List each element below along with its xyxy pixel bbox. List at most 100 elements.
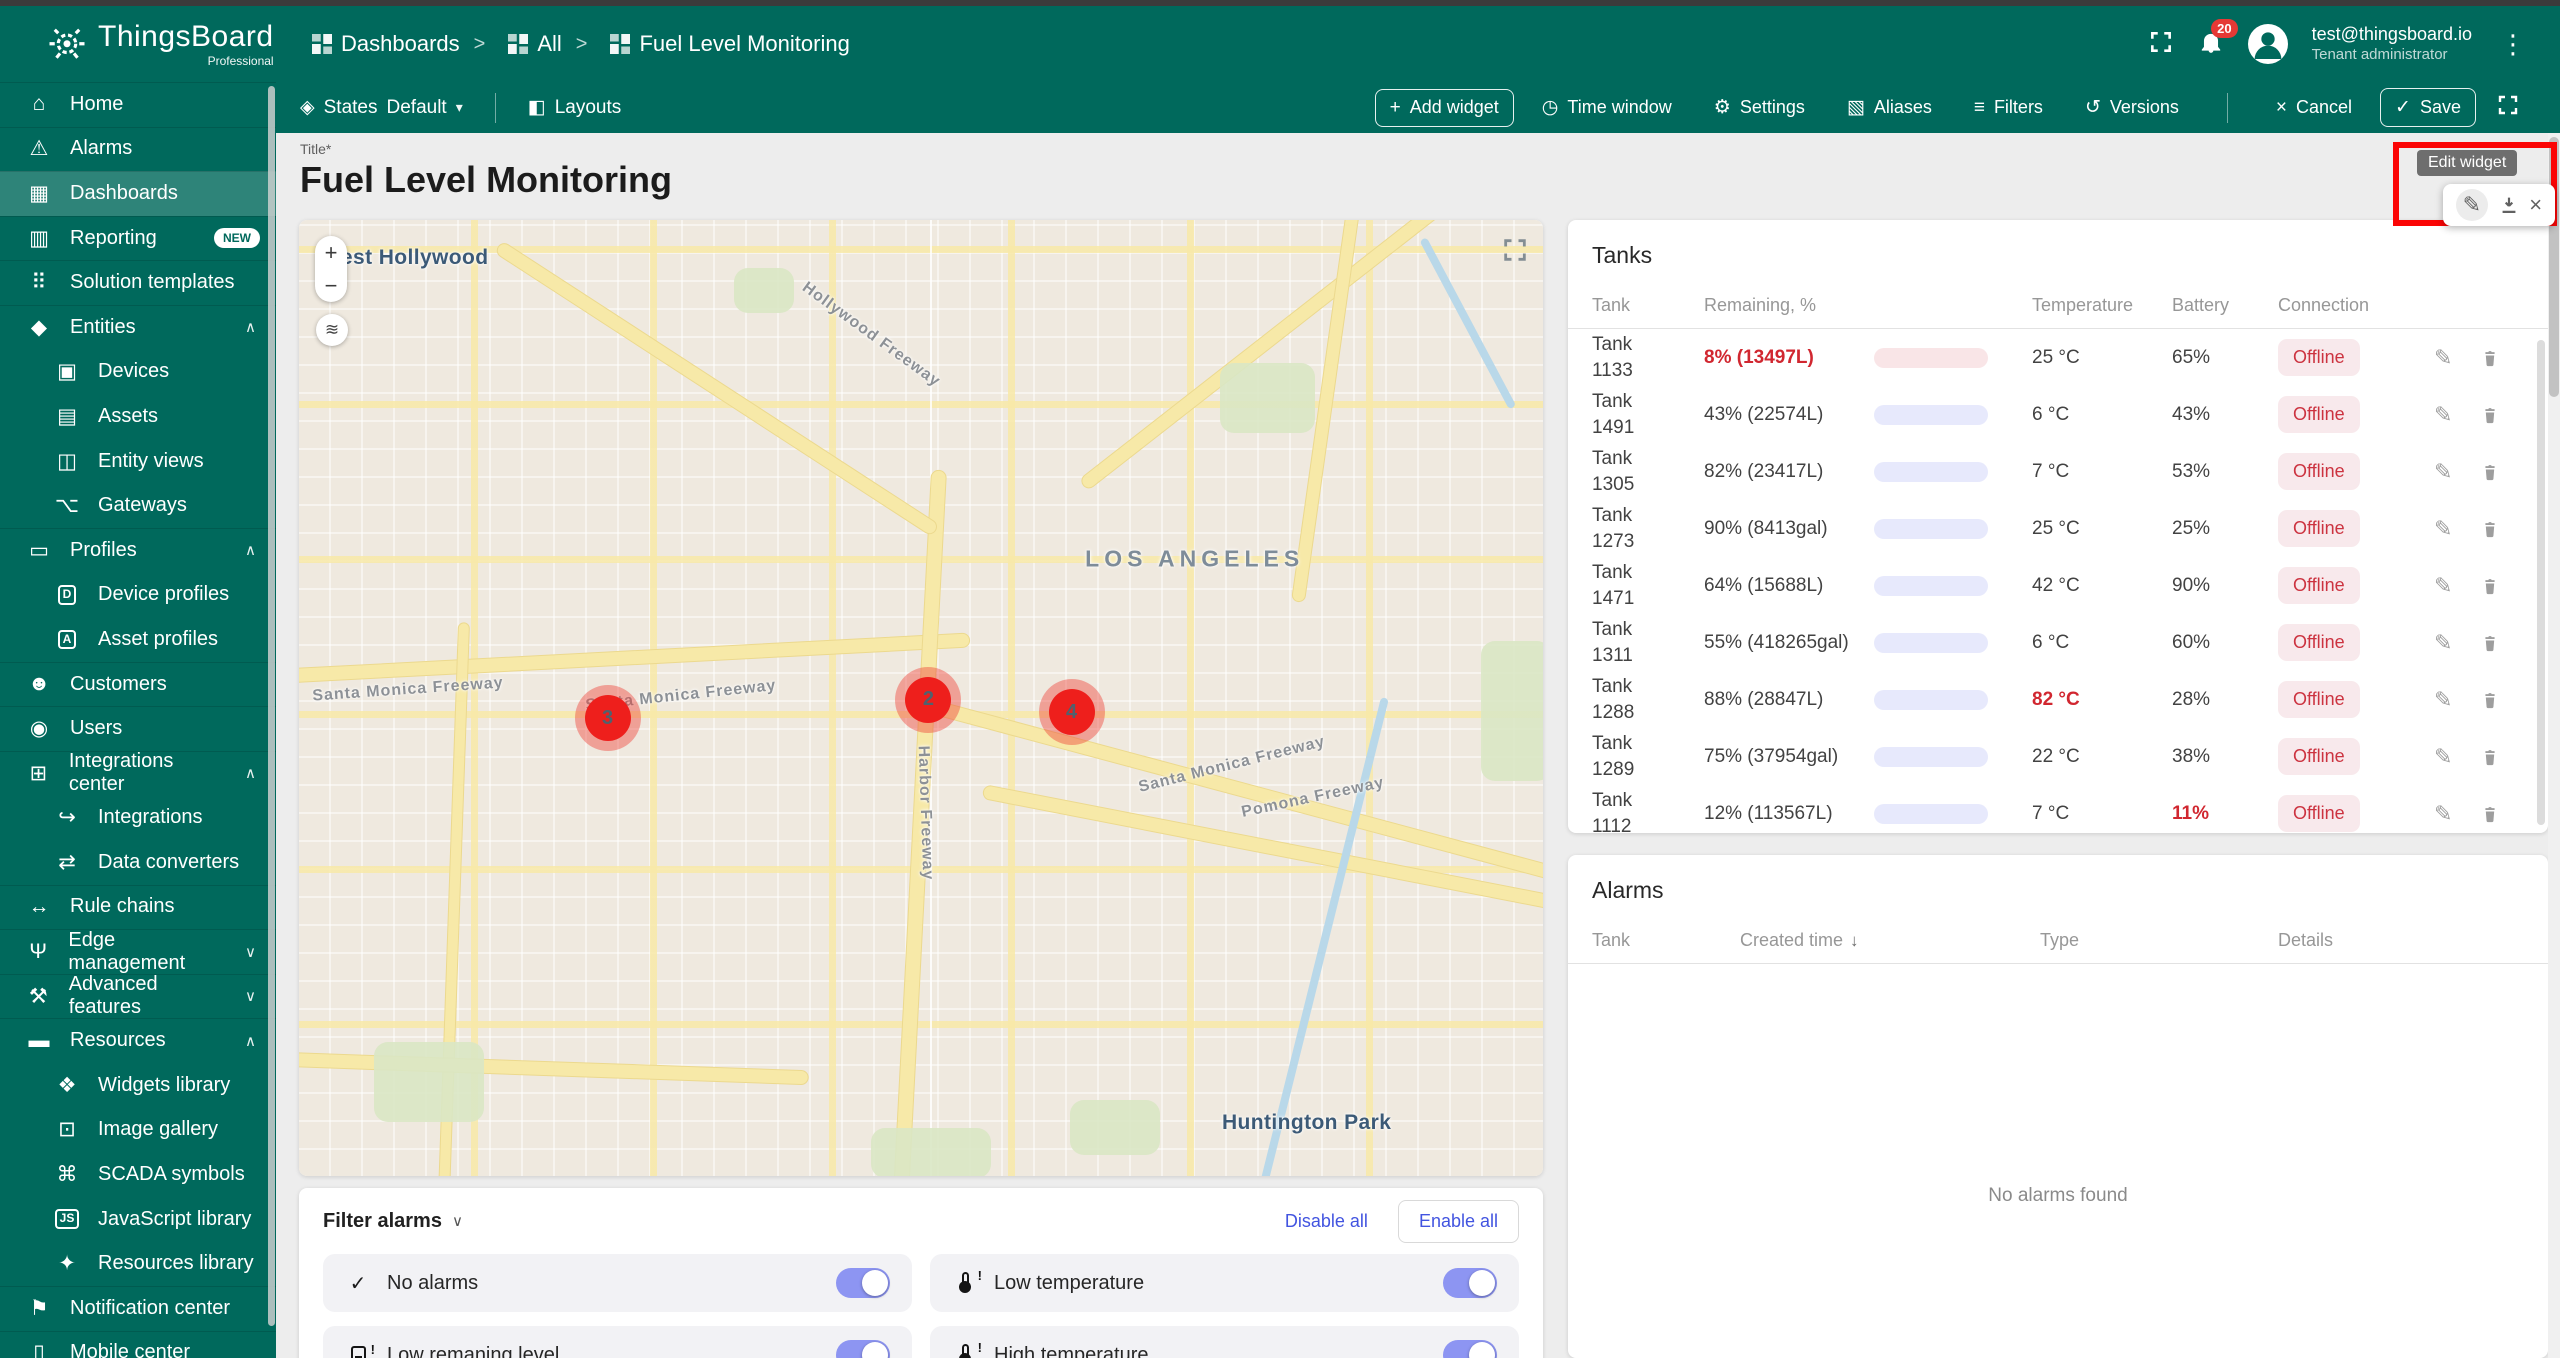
fullscreen-button[interactable] xyxy=(2148,29,2174,60)
save-button[interactable]: ✓ Save xyxy=(2380,88,2476,127)
breadcrumb-dashboards[interactable]: Dashboards xyxy=(312,31,460,57)
states-selector[interactable]: ◈ States Default ▾ xyxy=(300,96,463,119)
avatar[interactable] xyxy=(2247,24,2288,64)
sidebar-item-devices[interactable]: ▣ Devices xyxy=(0,350,276,395)
aliases-button[interactable]: ▧ Aliases xyxy=(1833,89,1946,126)
connection-status-badge: Offline xyxy=(2278,396,2360,433)
map-cluster-marker[interactable]: 2 xyxy=(905,676,952,723)
delete-row-button[interactable] xyxy=(2480,689,2500,711)
sidebar-item-solution-templates[interactable]: ⠿ Solution templates xyxy=(0,260,276,305)
column-header-temperature[interactable]: Temperature xyxy=(2032,295,2172,316)
sidebar-item-reporting[interactable]: ▥ Reporting NEW xyxy=(0,216,276,261)
filters-button[interactable]: ≡ Filters xyxy=(1960,90,2057,126)
sidebar-item-gateways[interactable]: ⌥ Gateways xyxy=(0,483,276,528)
sidebar-item-data-converters[interactable]: ⇄ Data converters xyxy=(0,840,276,885)
more-menu-button[interactable]: ⋮ xyxy=(2496,29,2530,60)
delete-row-button[interactable] xyxy=(2480,632,2500,654)
sidebar-item-assets[interactable]: ▤ Assets xyxy=(0,394,276,439)
layouts-button[interactable]: ◧ Layouts xyxy=(528,96,622,119)
sidebar-item-users[interactable]: ◉ Users xyxy=(0,706,276,751)
delete-row-button[interactable] xyxy=(2480,461,2500,483)
toolbar-fullscreen-button[interactable] xyxy=(2496,93,2520,122)
edit-row-button[interactable]: ✎ xyxy=(2434,402,2452,428)
sidebar-item-advanced-features[interactable]: ⚒ Advanced features xyxy=(0,973,276,1019)
delete-row-button[interactable] xyxy=(2480,518,2500,540)
map-layers-button[interactable]: ≋ xyxy=(316,314,348,346)
edit-widget-button[interactable]: ✎ xyxy=(2455,189,2488,221)
alarm-toggle-switch[interactable] xyxy=(836,1340,890,1358)
sidebar-item-entity-views[interactable]: ◫ Entity views xyxy=(0,439,276,484)
edit-row-button[interactable]: ✎ xyxy=(2434,573,2452,599)
dashboard-title-field[interactable]: Title* Fuel Level Monitoring xyxy=(300,141,672,201)
edit-row-button[interactable]: ✎ xyxy=(2434,459,2452,485)
sidebar-item-notification-center[interactable]: ⚑ Notification center xyxy=(0,1286,276,1331)
sidebar-item-rule-chains[interactable]: ↔ Rule chains xyxy=(0,885,276,930)
delete-row-button[interactable] xyxy=(2480,575,2500,597)
disable-all-button[interactable]: Disable all xyxy=(1285,1211,1368,1232)
settings-button[interactable]: ⚙ Settings xyxy=(1700,89,1819,126)
close-widget-button[interactable]: × xyxy=(2529,192,2542,218)
alarm-toggle-switch[interactable] xyxy=(836,1268,890,1298)
map-cluster-marker[interactable]: 4 xyxy=(1048,689,1095,736)
edit-row-button[interactable]: ✎ xyxy=(2434,687,2452,713)
delete-row-button[interactable] xyxy=(2480,404,2500,426)
page-scrollbar[interactable] xyxy=(2548,133,2560,1358)
breadcrumb-all[interactable]: All xyxy=(474,31,562,57)
map-cluster-marker[interactable]: 3 xyxy=(584,695,631,742)
column-header-remaining[interactable]: Remaining, % xyxy=(1704,295,1874,316)
table-row: Tank 1289 75% (37954gal) 22 °C 38% Offli… xyxy=(1568,728,2548,785)
download-widget-button[interactable] xyxy=(2498,194,2520,216)
sidebar-item-integrations-center[interactable]: ⊞ Integrations center xyxy=(0,750,276,796)
sidebar-item-resources[interactable]: ▬ Resources xyxy=(0,1018,276,1063)
add-widget-button[interactable]: + Add widget xyxy=(1374,88,1514,127)
column-header-created-time[interactable]: Created time ↓ xyxy=(1740,930,2040,951)
sidebar-item-profiles[interactable]: ▭ Profiles xyxy=(0,528,276,573)
breadcrumb-fuel-level-monitoring[interactable]: Fuel Level Monitoring xyxy=(576,31,850,57)
sidebar-item-dashboards[interactable]: ▦ Dashboards xyxy=(0,171,276,216)
sidebar-item-asset-profiles[interactable]: A Asset profiles xyxy=(0,617,276,662)
map-canvas[interactable]: est Hollywood LOS ANGELES Huntington Park S… xyxy=(299,220,1543,1176)
column-header-tank[interactable]: Tank xyxy=(1592,295,1704,316)
edit-row-button[interactable]: ✎ xyxy=(2434,345,2452,371)
edit-row-button[interactable]: ✎ xyxy=(2434,630,2452,656)
sidebar-item-edge-management[interactable]: Ψ Edge management xyxy=(0,929,276,974)
alarm-toggle-switch[interactable] xyxy=(1443,1268,1497,1298)
edit-row-button[interactable]: ✎ xyxy=(2434,801,2452,827)
sidebar-item-alarms[interactable]: ⚠ Alarms xyxy=(0,127,276,172)
edit-row-button[interactable]: ✎ xyxy=(2434,744,2452,770)
sidebar-item-scada-symbols[interactable]: ⌘ SCADA symbols xyxy=(0,1152,276,1197)
sidebar-item-device-profiles[interactable]: D Device profiles xyxy=(0,573,276,618)
sidebar-item-customers[interactable]: ☻ Customers xyxy=(0,662,276,707)
column-header-type[interactable]: Type xyxy=(2040,930,2278,951)
notifications-button[interactable]: 20 xyxy=(2198,18,2238,60)
column-header-tank[interactable]: Tank xyxy=(1592,930,1740,951)
sidebar-item-javascript-library[interactable]: JS JavaScript library xyxy=(0,1197,276,1242)
sidebar-item-entities[interactable]: ◆ Entities xyxy=(0,305,276,350)
zoom-in-button[interactable]: + xyxy=(325,241,338,264)
versions-button[interactable]: ↺ Versions xyxy=(2071,89,2193,126)
enable-all-button[interactable]: Enable all xyxy=(1397,1199,1519,1243)
sidebar-item-home[interactable]: ⌂ Home xyxy=(0,82,276,127)
zoom-out-button[interactable]: − xyxy=(325,274,338,297)
sidebar-item-resources-library[interactable]: ✦ Resources library xyxy=(0,1241,276,1286)
thingsboard-logo[interactable]: ThingsBoard Professional xyxy=(0,21,276,68)
delete-row-button[interactable] xyxy=(2480,347,2500,369)
sidebar-item-image-gallery[interactable]: ⊡ Image gallery xyxy=(0,1108,276,1153)
tanks-scrollbar[interactable] xyxy=(2537,340,2545,825)
cancel-button[interactable]: × Cancel xyxy=(2262,90,2366,126)
map-fullscreen-button[interactable] xyxy=(1501,236,1529,269)
user-info[interactable]: test@thingsboard.io Tenant administrator xyxy=(2312,23,2472,64)
column-header-battery[interactable]: Battery xyxy=(2172,295,2278,316)
alarm-toggle-switch[interactable] xyxy=(1443,1340,1497,1358)
sidebar-item-widgets-library[interactable]: ❖ Widgets library xyxy=(0,1063,276,1108)
column-header-details[interactable]: Details xyxy=(2278,930,2524,951)
delete-row-button[interactable] xyxy=(2480,746,2500,768)
edit-row-button[interactable]: ✎ xyxy=(2434,516,2452,542)
time-window-button[interactable]: ◷ Time window xyxy=(1528,89,1686,126)
filter-alarms-header[interactable]: Filter alarms ∨ xyxy=(323,1210,463,1233)
delete-row-button[interactable] xyxy=(2480,803,2500,825)
column-header-connection[interactable]: Connection xyxy=(2278,295,2428,316)
sidebar-item-mobile-center[interactable]: ▯ Mobile center xyxy=(0,1331,276,1358)
sidebar-item-integrations[interactable]: ↪ Integrations xyxy=(0,796,276,841)
sidebar-scrollbar[interactable] xyxy=(268,86,275,1326)
